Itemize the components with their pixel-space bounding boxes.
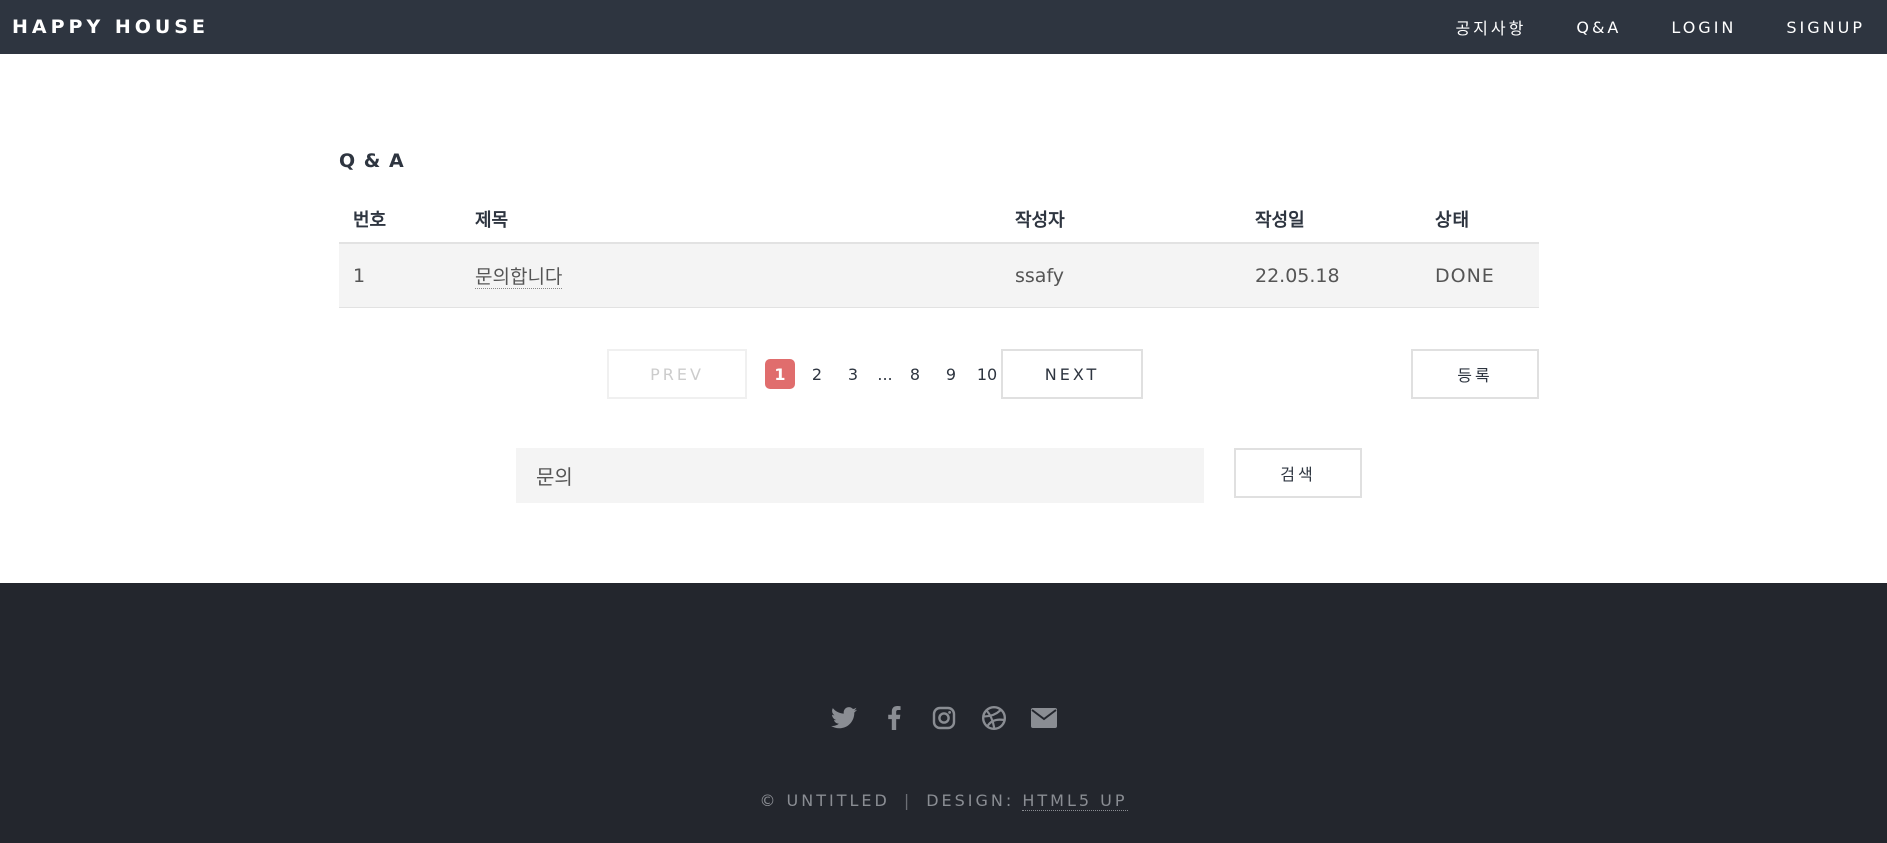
page-title: Q & A	[339, 150, 405, 172]
facebook-icon[interactable]	[880, 704, 908, 732]
pagination: PREV 1 2 3 ... 8 9 10 NEXT 등록	[339, 349, 1539, 399]
design-label: DESIGN:	[926, 791, 1015, 810]
nav-notice[interactable]: 공지사항	[1455, 15, 1526, 39]
design-credit-link[interactable]: HTML5 UP	[1022, 791, 1128, 811]
copyright: © UNTITLED | DESIGN: HTML5 UP	[0, 791, 1887, 811]
page-3-button[interactable]: 3	[837, 359, 869, 389]
nav-signup[interactable]: SIGNUP	[1786, 18, 1865, 37]
row-number: 1	[353, 264, 366, 287]
table-header: 번호 제목 작성자 작성일 상태	[339, 196, 1539, 244]
instagram-icon[interactable]	[930, 704, 958, 732]
twitter-icon[interactable]	[830, 704, 858, 732]
search-input[interactable]	[516, 448, 1204, 503]
column-header-title: 제목	[475, 210, 509, 231]
column-header-number: 번호	[353, 210, 387, 231]
copyright-text: © UNTITLED	[759, 791, 890, 810]
page-10-button[interactable]: 10	[971, 359, 1003, 389]
table-row: 1 문의합니다 ssafy 22.05.18 DONE	[339, 244, 1539, 308]
nav-login[interactable]: LOGIN	[1671, 18, 1736, 37]
qna-table: 번호 제목 작성자 작성일 상태 1 문의합니다 ssafy 22.05.18 …	[339, 196, 1539, 308]
page-2-button[interactable]: 2	[801, 359, 833, 389]
envelope-icon[interactable]	[1030, 704, 1058, 732]
nav-qna[interactable]: Q&A	[1576, 18, 1621, 37]
column-header-author: 작성자	[1015, 210, 1065, 231]
social-icons	[0, 704, 1887, 732]
page-numbers: 1 2 3 ... 8 9 10	[765, 359, 1007, 389]
footer: © UNTITLED | DESIGN: HTML5 UP	[0, 583, 1887, 843]
row-date: 22.05.18	[1255, 264, 1340, 287]
page-8-button[interactable]: 8	[899, 359, 931, 389]
site-logo[interactable]: HAPPY HOUSE	[12, 16, 209, 38]
copyright-separator: |	[903, 791, 913, 810]
search-button[interactable]: 검색	[1234, 448, 1362, 498]
row-title-link[interactable]: 문의합니다	[475, 266, 563, 289]
column-header-status: 상태	[1435, 210, 1471, 231]
register-button[interactable]: 등록	[1411, 349, 1539, 399]
dribbble-icon[interactable]	[980, 704, 1008, 732]
top-navbar: HAPPY HOUSE 공지사항 Q&A LOGIN SIGNUP	[0, 0, 1887, 54]
row-author: ssafy	[1015, 264, 1065, 287]
row-status: DONE	[1435, 264, 1495, 287]
page-9-button[interactable]: 9	[935, 359, 967, 389]
column-header-date: 작성일	[1255, 210, 1305, 231]
next-button[interactable]: NEXT	[1001, 349, 1143, 399]
page-ellipsis: ...	[877, 364, 893, 384]
main-nav: 공지사항 Q&A LOGIN SIGNUP	[1405, 0, 1865, 54]
page-1-button[interactable]: 1	[765, 359, 795, 389]
prev-button[interactable]: PREV	[607, 349, 747, 399]
